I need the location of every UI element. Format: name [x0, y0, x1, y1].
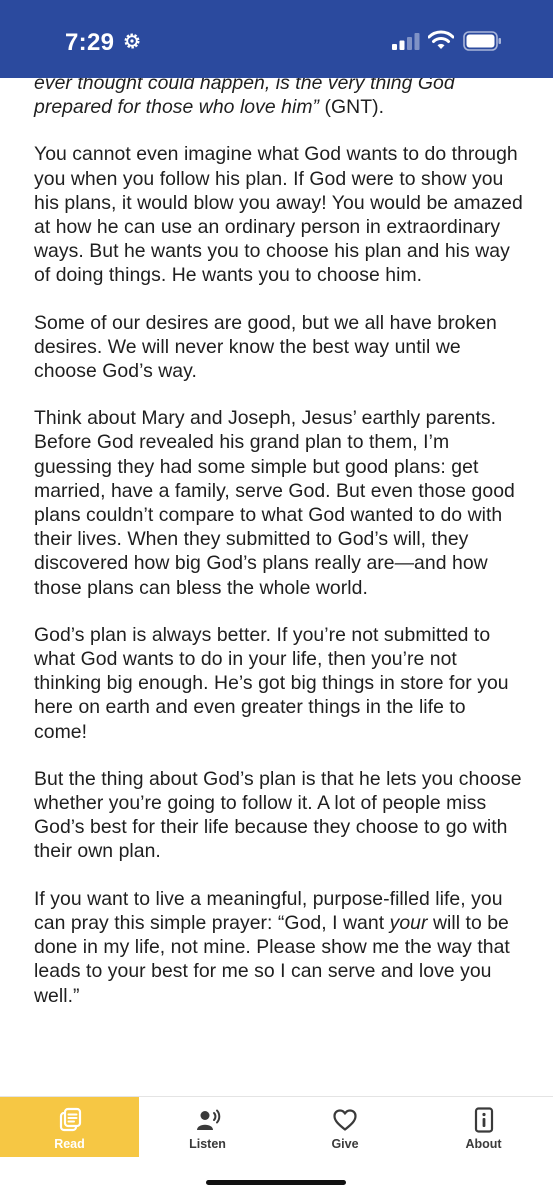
status-time: 7:29: [65, 29, 115, 56]
tab-listen-label: Listen: [189, 1137, 226, 1151]
info-icon: [474, 1107, 493, 1133]
devotional-content[interactable]: ever thought could happen, is the very t…: [0, 78, 553, 1096]
verse-quote: ever thought could happen, is the very t…: [34, 78, 455, 119]
prayer-emphasis: your: [389, 911, 428, 934]
wifi-icon: [428, 30, 454, 49]
heart-icon: [333, 1109, 357, 1131]
paragraph: Think about Mary and Joseph, Jesus’ eart…: [34, 407, 515, 599]
status-bar: 7:29: [0, 0, 553, 78]
listen-icon: [196, 1109, 220, 1130]
verse-paragraph: ever thought could happen, is the very t…: [34, 78, 524, 119]
tab-bar: Read Listen Give About: [0, 1096, 553, 1158]
tab-give-label: Give: [331, 1137, 359, 1151]
paragraph: You cannot even imagine what God wants t…: [34, 143, 523, 287]
tab-give[interactable]: Give: [276, 1097, 414, 1158]
signal-icon: [392, 33, 420, 50]
verse-reference: (GNT).: [319, 96, 385, 119]
home-indicator[interactable]: [206, 1180, 346, 1185]
tab-about-label: About: [465, 1137, 502, 1151]
tab-about[interactable]: About: [414, 1097, 553, 1158]
tab-read-label: Read: [54, 1137, 85, 1151]
prayer-paragraph: If you want to live a meaningful, purpos…: [34, 887, 524, 1008]
devotional-text: ever thought could happen, is the very t…: [34, 78, 524, 1031]
gear-icon: [124, 33, 140, 49]
tab-read[interactable]: Read: [0, 1097, 139, 1158]
paragraph: But the thing about God’s plan is that h…: [34, 767, 522, 863]
battery-icon: [463, 31, 501, 51]
paragraph: Some of our desires are good, but we all…: [34, 311, 497, 383]
tab-listen[interactable]: Listen: [139, 1097, 276, 1158]
book-icon: [59, 1107, 81, 1132]
paragraph: God’s plan is always better. If you’re n…: [34, 623, 509, 743]
home-indicator-area: [0, 1157, 553, 1200]
